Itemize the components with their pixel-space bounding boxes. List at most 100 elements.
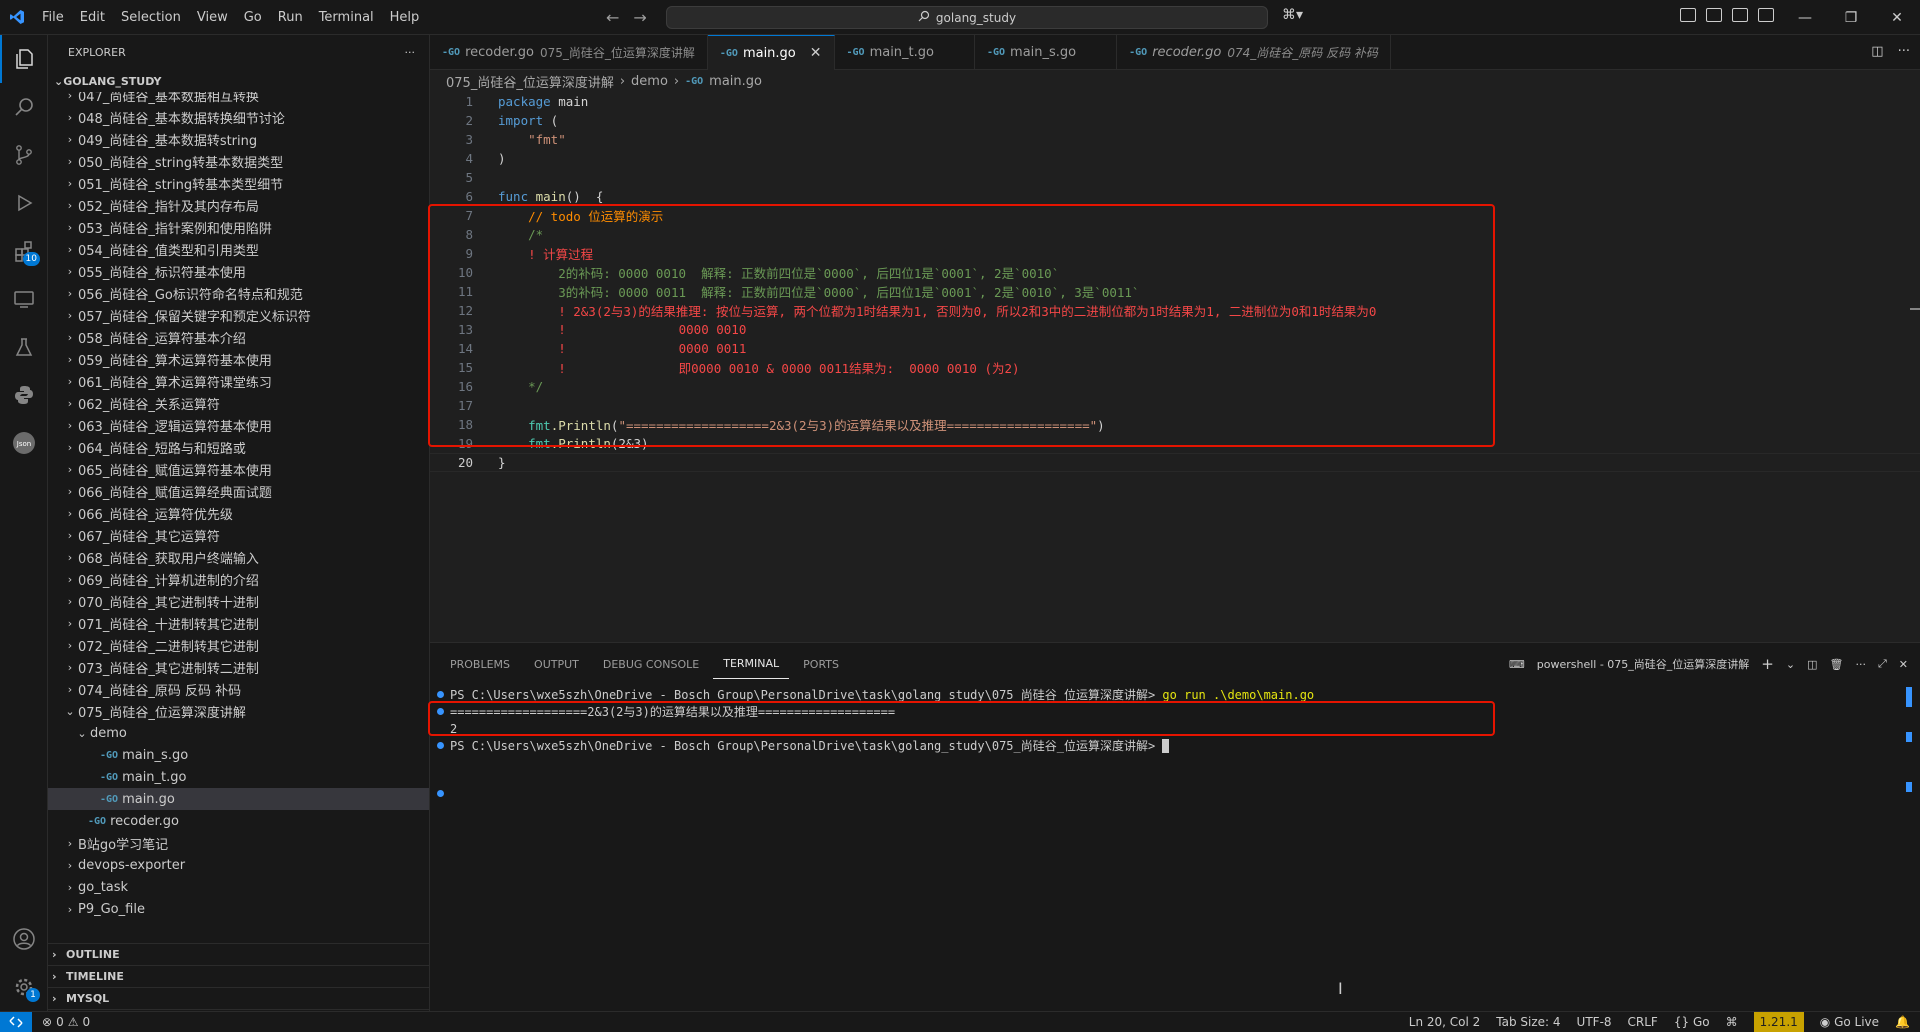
- tree-folder[interactable]: › 072_尚硅谷_二进制转其它进制: [48, 634, 429, 656]
- remote-explorer-icon[interactable]: [0, 275, 48, 323]
- testing-flask-icon[interactable]: [0, 323, 48, 371]
- outline-section[interactable]: › OUTLINE: [48, 943, 429, 965]
- terminal-instance-name[interactable]: powershell - 075_尚硅谷_位运算深度讲解: [1537, 656, 1750, 672]
- panel-tab-terminal[interactable]: TERMINAL: [713, 649, 790, 679]
- eol[interactable]: CRLF: [1628, 1015, 1658, 1029]
- tree-folder[interactable]: › 066_尚硅谷_赋值运算经典面试题: [48, 480, 429, 502]
- menu-terminal[interactable]: Terminal: [311, 0, 382, 35]
- workspace-root[interactable]: ⌄ GOLANG_STUDY: [48, 70, 429, 92]
- language-mode[interactable]: {} Go: [1674, 1015, 1710, 1029]
- split-editor-icon[interactable]: ◫: [1871, 44, 1883, 59]
- command-center-search[interactable]: golang_study: [666, 6, 1268, 29]
- tree-folder[interactable]: › devops-exporter: [48, 854, 429, 876]
- tree-folder[interactable]: › 063_尚硅谷_逻辑运算符基本使用: [48, 414, 429, 436]
- tree-folder[interactable]: › 062_尚硅谷_关系运算符: [48, 392, 429, 414]
- notifications-bell-icon[interactable]: 🔔: [1895, 1015, 1910, 1029]
- command-success-icon[interactable]: [430, 691, 450, 698]
- maximize-panel-icon[interactable]: ⤢: [1878, 657, 1887, 671]
- explorer-icon[interactable]: [0, 35, 48, 83]
- command-decoration-icon[interactable]: [430, 790, 450, 797]
- menu-selection[interactable]: Selection: [113, 0, 189, 35]
- accounts-icon[interactable]: [0, 915, 48, 963]
- tree-folder[interactable]: › 048_尚硅谷_基本数据转换细节讨论: [48, 106, 429, 128]
- tree-folder[interactable]: › 070_尚硅谷_其它进制转十进制: [48, 590, 429, 612]
- tab-main[interactable]: -GO main.go ✕: [707, 35, 835, 70]
- json-icon[interactable]: Json: [0, 419, 48, 467]
- menu-edit[interactable]: Edit: [72, 0, 113, 35]
- run-debug-icon[interactable]: [0, 179, 48, 227]
- new-terminal-icon[interactable]: +: [1761, 655, 1774, 673]
- source-control-icon[interactable]: [0, 131, 48, 179]
- panel-tab-debug-console[interactable]: DEBUG CONSOLE: [593, 650, 709, 679]
- tree-file-main-s[interactable]: -GO main_s.go: [48, 744, 429, 766]
- tree-folder[interactable]: › 057_尚硅谷_保留关键字和预定义标识符: [48, 304, 429, 326]
- tab-recoder-074[interactable]: -GO recoder.go 074_尚硅谷_原码 反码 补码: [1117, 35, 1391, 70]
- command-pending-icon[interactable]: [430, 742, 450, 749]
- tree-folder[interactable]: › 047_尚硅谷_基本数据相互转换: [48, 92, 429, 106]
- tree-folder[interactable]: › 073_尚硅谷_其它进制转二进制: [48, 656, 429, 678]
- tab-main-s[interactable]: -GO main_s.go: [975, 35, 1118, 70]
- indentation[interactable]: Tab Size: 4: [1496, 1015, 1560, 1029]
- minimize-icon[interactable]: —: [1782, 0, 1828, 35]
- trash-icon[interactable]: 🗑: [1830, 658, 1844, 671]
- tree-folder[interactable]: › 069_尚硅谷_计算机进制的介绍: [48, 568, 429, 590]
- tree-folder[interactable]: › 064_尚硅谷_短路与和短路或: [48, 436, 429, 458]
- tree-folder[interactable]: › 050_尚硅谷_string转基本数据类型: [48, 150, 429, 172]
- tree-folder[interactable]: › P9_Go_file: [48, 898, 429, 920]
- tree-file-recoder[interactable]: -GO recoder.go: [48, 810, 429, 832]
- python-icon[interactable]: [0, 371, 48, 419]
- chevron-down-icon[interactable]: ⌄: [1786, 658, 1795, 671]
- more-actions-icon[interactable]: ···: [1898, 44, 1910, 59]
- go-live[interactable]: ◉ Go Live: [1820, 1015, 1879, 1029]
- tree-folder[interactable]: › go_task: [48, 876, 429, 898]
- tree-folder[interactable]: › 056_尚硅谷_Go标识符命名特点和规范: [48, 282, 429, 304]
- tree-folder[interactable]: › 061_尚硅谷_算术运算符课堂练习: [48, 370, 429, 392]
- tree-folder[interactable]: › 054_尚硅谷_值类型和引用类型: [48, 238, 429, 260]
- close-window-icon[interactable]: ✕: [1874, 0, 1920, 35]
- tree-file-main[interactable]: -GO main.go: [48, 788, 429, 810]
- tree-folder[interactable]: › 051_尚硅谷_string转基本类型细节: [48, 172, 429, 194]
- tree-folder[interactable]: › 067_尚硅谷_其它运算符: [48, 524, 429, 546]
- breadcrumb-subfolder[interactable]: demo: [631, 74, 668, 89]
- manage-gear-icon[interactable]: 1: [0, 963, 48, 1011]
- menu-help[interactable]: Help: [382, 0, 428, 35]
- problems-status[interactable]: ⊗ 0 ⚠ 0: [42, 1015, 90, 1029]
- tree-folder[interactable]: › B站go学习笔记: [48, 832, 429, 854]
- tree-folder[interactable]: › 068_尚硅谷_获取用户终端输入: [48, 546, 429, 568]
- tree-folder[interactable]: › 052_尚硅谷_指针及其内存布局: [48, 194, 429, 216]
- panel-tab-problems[interactable]: PROBLEMS: [440, 650, 520, 679]
- tree-folder[interactable]: › 071_尚硅谷_十进制转其它进制: [48, 612, 429, 634]
- customize-layout-icon[interactable]: [1680, 8, 1696, 22]
- command-success-icon[interactable]: [430, 708, 450, 715]
- tree-folder[interactable]: › 049_尚硅谷_基本数据转string: [48, 128, 429, 150]
- tree-file-main-t[interactable]: -GO main_t.go: [48, 766, 429, 788]
- restore-icon[interactable]: ❐: [1828, 0, 1874, 35]
- timeline-section[interactable]: › TIMELINE: [48, 965, 429, 987]
- tree-folder[interactable]: › 053_尚硅谷_指针案例和使用陷阱: [48, 216, 429, 238]
- tree-folder[interactable]: › 059_尚硅谷_算术运算符基本使用: [48, 348, 429, 370]
- tree-folder[interactable]: › 055_尚硅谷_标识符基本使用: [48, 260, 429, 282]
- tree-folder-demo[interactable]: ⌄ demo: [48, 722, 429, 744]
- more-actions-icon[interactable]: ···: [405, 46, 416, 59]
- go-version[interactable]: 1.21.1: [1753, 1011, 1804, 1032]
- search-view-icon[interactable]: [0, 83, 48, 131]
- tree-folder[interactable]: › 074_尚硅谷_原码 反码 补码: [48, 678, 429, 700]
- split-terminal-icon[interactable]: ◫: [1807, 658, 1817, 671]
- tree-folder[interactable]: › 066_尚硅谷_运算符优先级: [48, 502, 429, 524]
- tab-main-t[interactable]: -GO main_t.go: [835, 35, 975, 70]
- close-panel-icon[interactable]: ✕: [1899, 658, 1908, 671]
- tab-recoder-075[interactable]: -GO recoder.go 075_尚硅谷_位运算深度讲解: [430, 35, 708, 70]
- encoding[interactable]: UTF-8: [1577, 1015, 1612, 1029]
- copilot-status-icon[interactable]: ⌘: [1726, 1015, 1738, 1029]
- breadcrumb-folder[interactable]: 075_尚硅谷_位运算深度讲解: [446, 72, 614, 91]
- toggle-panel-icon[interactable]: [1732, 8, 1748, 22]
- menu-file[interactable]: File: [34, 0, 72, 35]
- tree-folder[interactable]: › 065_尚硅谷_赋值运算符基本使用: [48, 458, 429, 480]
- mysql-section[interactable]: › MYSQL: [48, 987, 429, 1009]
- remote-indicator-icon[interactable]: [0, 1011, 32, 1032]
- panel-tab-ports[interactable]: PORTS: [793, 650, 849, 679]
- menu-view[interactable]: View: [189, 0, 236, 35]
- toggle-primary-sidebar-icon[interactable]: [1706, 8, 1722, 22]
- tree-folder[interactable]: › 058_尚硅谷_运算符基本介绍: [48, 326, 429, 348]
- close-tab-icon[interactable]: ✕: [810, 45, 822, 61]
